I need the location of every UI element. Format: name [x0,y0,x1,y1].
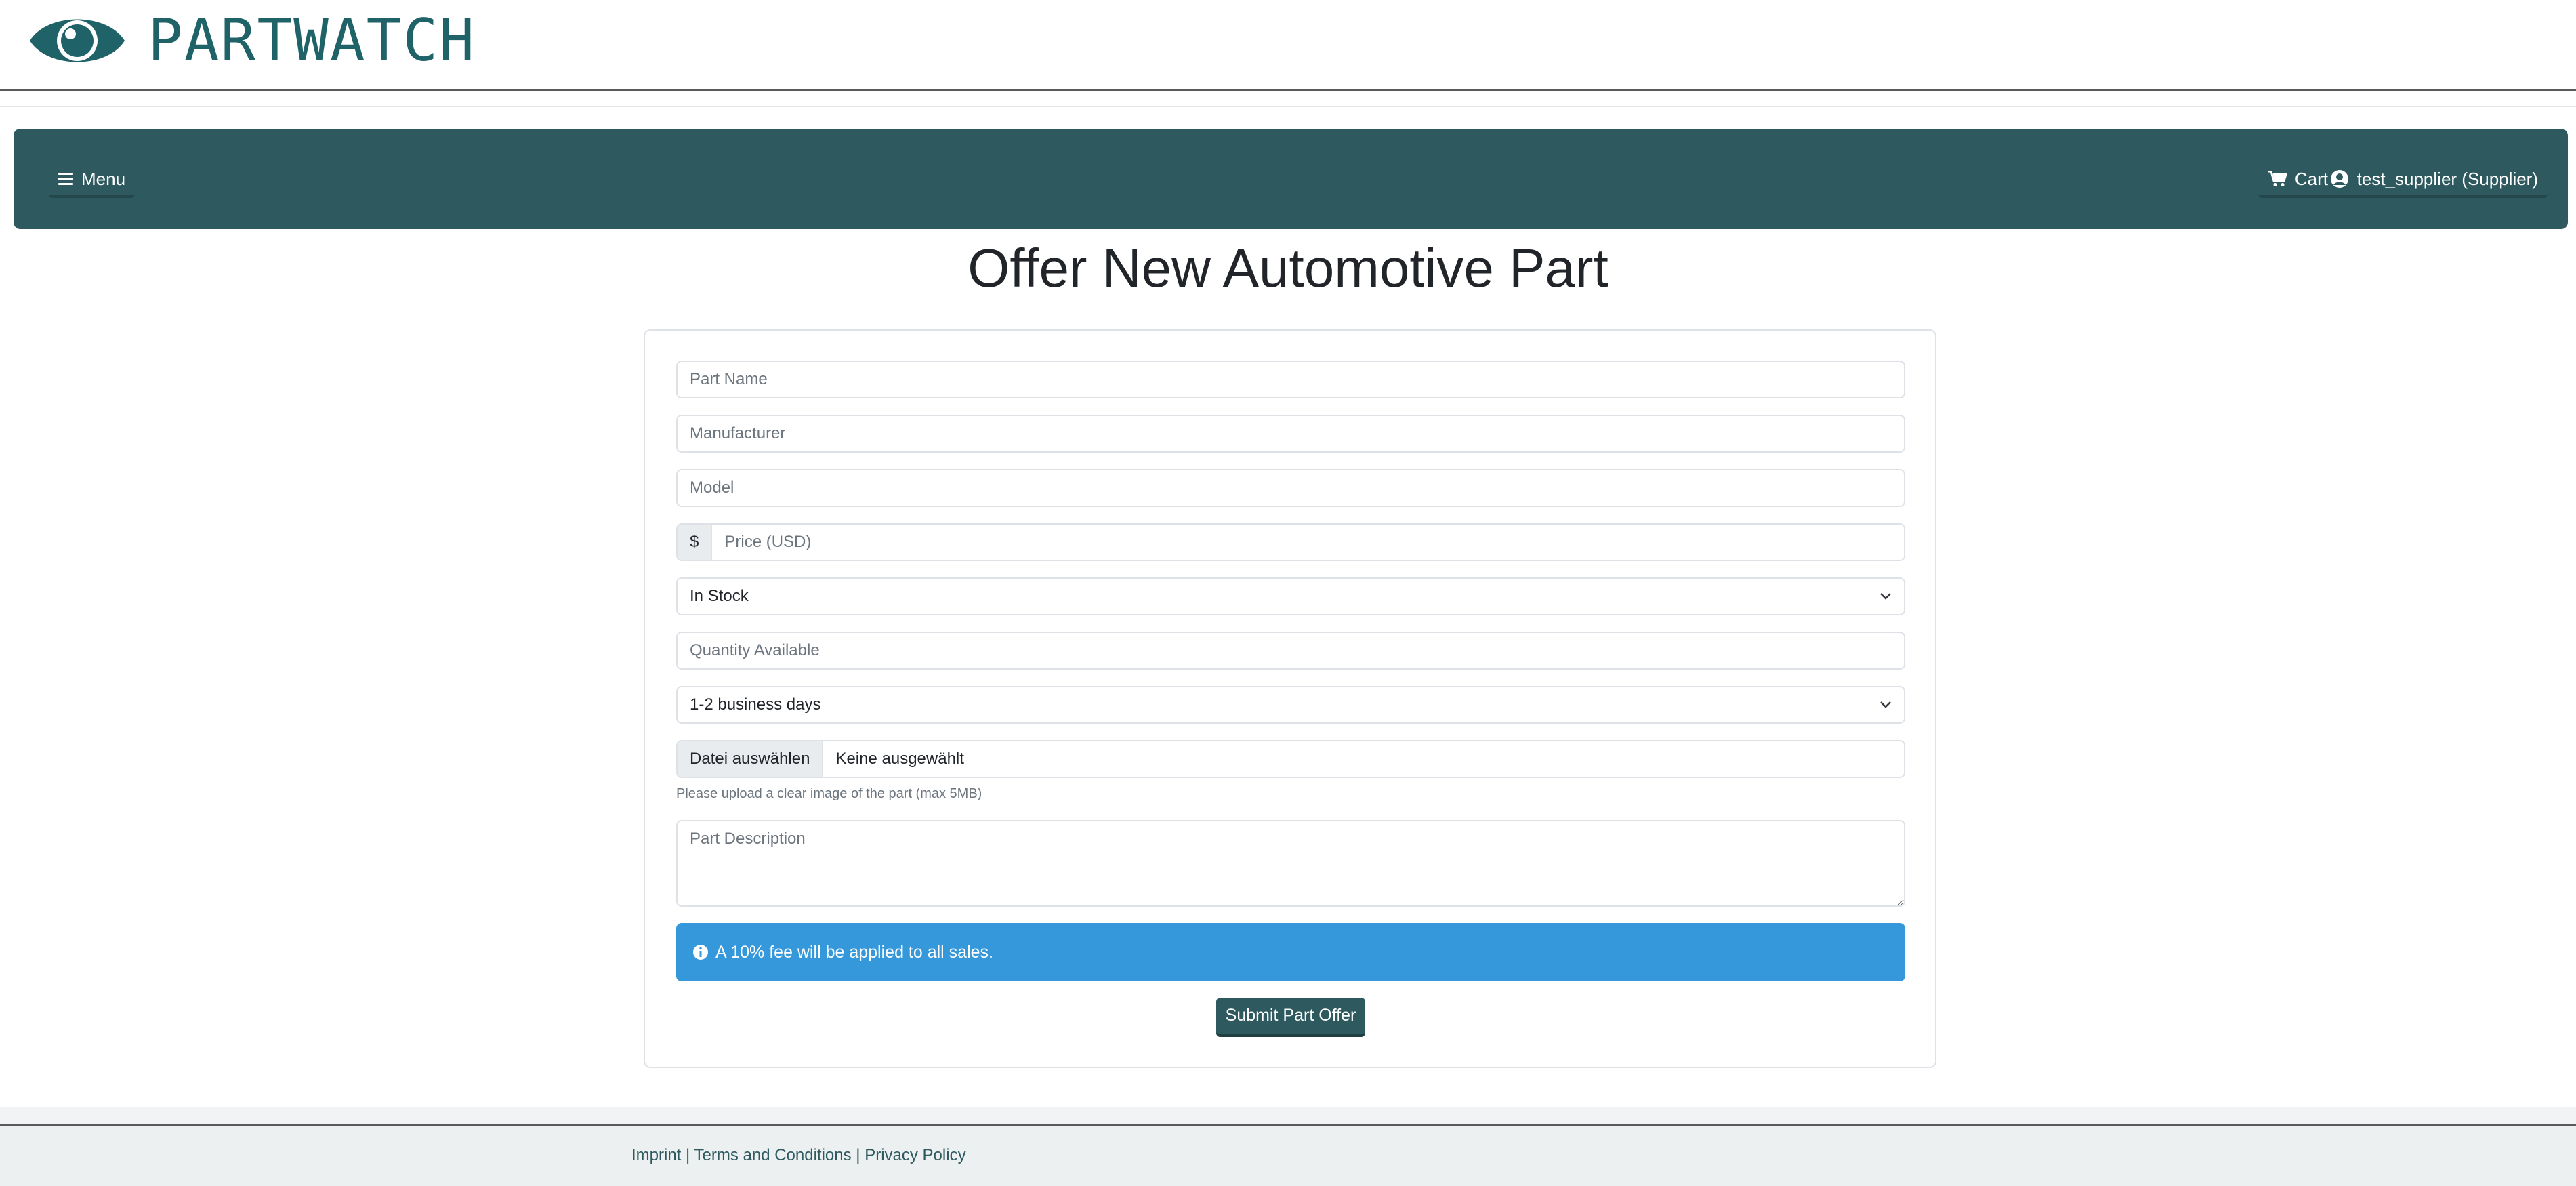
fee-notice-text: A 10% fee will be applied to all sales. [715,942,993,962]
info-circle-icon [693,945,708,960]
main-navbar: Menu Cart test_supplier (Supplier) [14,129,2568,229]
brand-logo[interactable]: PARTWATCH [27,7,476,75]
hamburger-icon [58,173,73,185]
menu-label: Menu [81,168,126,189]
site-footer: Imprint | Terms and Conditions | Privacy… [0,1124,2576,1186]
user-circle-icon [2330,170,2348,188]
price-input-group: $ [676,523,1905,561]
shipping-time-select[interactable]: 1-2 business days [676,686,1905,724]
chevron-down-icon [1880,593,1891,600]
user-account-button[interactable]: test_supplier (Supplier) [2320,163,2548,198]
quantity-input[interactable] [676,632,1905,670]
choose-file-button[interactable]: Datei auswählen [678,741,824,777]
shipping-time-value: 1-2 business days [690,695,821,714]
image-file-input[interactable]: Datei auswählen Keine ausgewählt [676,740,1905,778]
submit-part-offer-button[interactable]: Submit Part Offer [1216,998,1365,1037]
file-help-text: Please upload a clear image of the part … [676,786,982,801]
fee-notice-alert: A 10% fee will be applied to all sales. [676,923,1905,981]
chevron-down-icon [1880,701,1891,708]
brand-name: PARTWATCH [148,7,476,75]
model-input[interactable] [676,469,1905,507]
terms-link[interactable]: Terms and Conditions [694,1146,852,1164]
footer-links: Imprint | Terms and Conditions | Privacy… [631,1146,966,1165]
stock-status-select[interactable]: In Stock [676,577,1905,615]
cart-icon [2267,171,2287,186]
page-title: Offer New Automotive Part [968,238,1608,298]
site-header: PARTWATCH [0,0,2576,91]
user-label: test_supplier (Supplier) [2356,168,2538,189]
file-status: Keine ausgewählt [835,750,964,768]
price-input[interactable] [712,525,1904,560]
header-divider [0,106,2576,107]
menu-button[interactable]: Menu [49,163,136,198]
part-name-input[interactable] [676,361,1905,398]
description-textarea[interactable] [676,820,1905,907]
currency-addon: $ [678,525,713,560]
footer-separator: | [686,1146,690,1164]
footer-spacer [0,1107,2576,1125]
footer-separator: | [856,1146,860,1164]
eye-icon [30,19,125,62]
manufacturer-input[interactable] [676,415,1905,453]
imprint-link[interactable]: Imprint [631,1146,681,1164]
privacy-link[interactable]: Privacy Policy [865,1146,965,1164]
stock-status-value: In Stock [690,587,749,605]
